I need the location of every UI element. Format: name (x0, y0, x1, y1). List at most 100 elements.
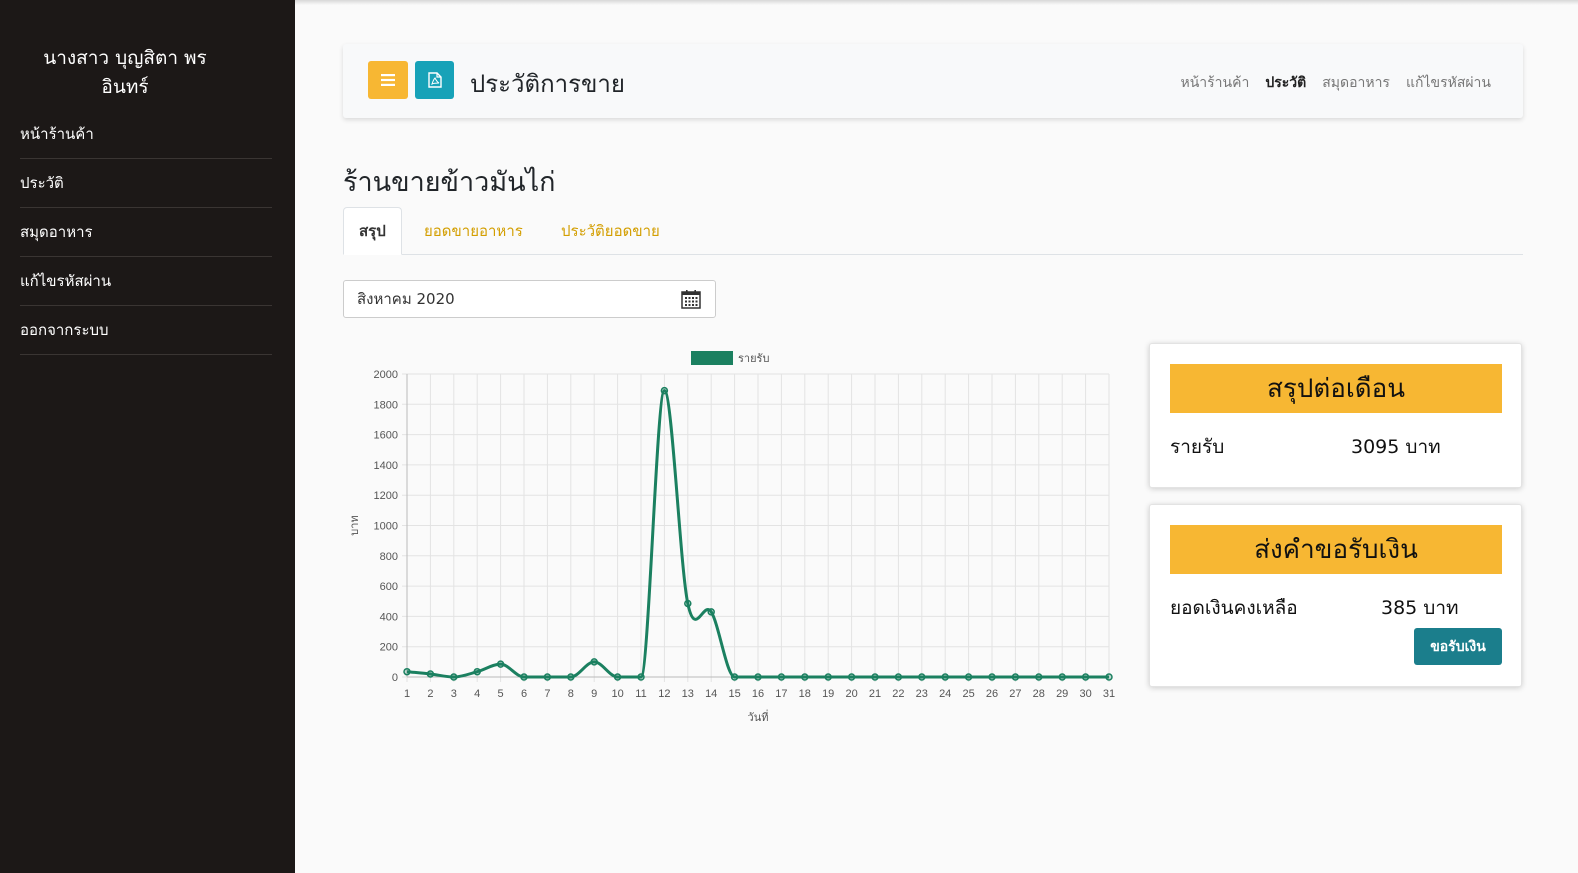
month-picker-input[interactable]: สิงหาคม 2020 (343, 280, 716, 318)
data-point (660, 386, 669, 395)
x-tick-label: 18 (799, 688, 811, 700)
y-tick-label: 1000 (374, 521, 398, 533)
user-name-line1: นางสาว บุญสิตา พร (43, 47, 207, 69)
calendar-icon[interactable] (681, 289, 701, 309)
monthly-summary-card: สรุปต่อเดือน รายรับ 3095 บาท (1149, 343, 1522, 488)
income-line-chart: 02004006008001000120014001600180020001 2 3… (348, 351, 1115, 724)
x-tick-label: 31 (1103, 688, 1115, 700)
sidebar-item-change-password[interactable]: แก้ไขรหัสผ่าน (20, 257, 272, 306)
nav-link-storefront[interactable]: หน้าร้านค้า (1180, 72, 1249, 94)
x-tick-label: 7 (544, 688, 550, 700)
export-pdf-button[interactable] (415, 61, 454, 99)
x-tick-label: 15 (728, 688, 740, 700)
x-axis-label: วันที่ (748, 709, 769, 724)
data-point (964, 673, 973, 681)
user-name: นางสาว บุญสิตา พร อินทร์ (20, 44, 230, 102)
pdf-file-icon (427, 72, 442, 88)
data-point (1011, 673, 1020, 681)
menu-toggle-button[interactable] (368, 61, 408, 99)
data-point (613, 673, 622, 681)
tab-sales-history[interactable]: ประวัติยอดขาย (561, 207, 660, 255)
x-tick-label: 13 (682, 688, 694, 700)
sidebar-item-storefront[interactable]: หน้าร้านค้า (20, 110, 272, 159)
tab-label: ยอดขายอาหาร (424, 222, 523, 240)
data-point (1035, 673, 1043, 681)
sidebar-item-label: แก้ไขรหัสผ่าน (20, 272, 112, 290)
y-tick-label: 1400 (374, 460, 398, 472)
data-point (403, 667, 411, 676)
shop-title: ร้านขายข้าวมันไก่ (343, 167, 556, 198)
x-tick-label: 25 (962, 688, 974, 700)
page-title: ประวัติการขาย (470, 70, 625, 98)
nav-link-history[interactable]: ประวัติ (1265, 72, 1306, 94)
data-point (730, 673, 739, 681)
data-point (520, 673, 528, 681)
data-point (543, 673, 552, 681)
y-tick-label: 1600 (374, 430, 398, 442)
data-point (918, 673, 926, 681)
y-tick-label: 200 (380, 642, 398, 654)
withdraw-request-card: ส่งคำขอรับเงิน ยอดเงินคงเหลือ 385 บาท ขอ… (1149, 504, 1522, 687)
user-name-line2: อินทร์ (101, 76, 149, 98)
x-tick-label: 21 (869, 688, 881, 700)
data-point (1058, 673, 1066, 681)
x-tick-label: 26 (986, 688, 998, 700)
monthly-summary-title: สรุปต่อเดือน (1170, 364, 1502, 413)
data-point (1081, 673, 1090, 681)
x-tick-label: 16 (752, 688, 764, 700)
data-point (707, 608, 715, 616)
legend-swatch (691, 351, 733, 365)
x-tick-label: 5 (498, 688, 504, 700)
data-point (894, 673, 903, 681)
y-tick-label: 600 (380, 581, 398, 593)
data-point (684, 599, 692, 608)
balance-value: 385 บาท (1381, 597, 1459, 619)
sidebar-item-food-book[interactable]: สมุดอาหาร (20, 208, 272, 257)
data-point (590, 658, 598, 666)
top-shadow (295, 0, 1578, 5)
sidebar-menu: หน้าร้านค้า ประวัติ สมุดอาหาร แก้ไขรหัสผ… (20, 110, 272, 355)
tab-summary[interactable]: สรุป (343, 207, 402, 255)
y-tick-label: 1800 (374, 399, 398, 411)
sidebar-item-label: สมุดอาหาร (20, 223, 93, 241)
x-tick-label: 12 (658, 688, 670, 700)
x-tick-label: 24 (939, 688, 951, 700)
data-point (450, 673, 458, 681)
data-point (567, 673, 575, 681)
tab-label: ประวัติยอดขาย (561, 222, 660, 240)
x-tick-label: 9 (591, 688, 597, 700)
x-tick-label: 28 (1033, 688, 1045, 700)
tab-food-sales[interactable]: ยอดขายอาหาร (424, 207, 523, 255)
data-point (988, 673, 996, 681)
y-tick-label: 2000 (374, 369, 398, 381)
x-tick-label: 19 (822, 688, 834, 700)
x-tick-label: 29 (1056, 688, 1068, 700)
sidebar-item-label: ออกจากระบบ (20, 321, 109, 339)
sidebar-item-label: หน้าร้านค้า (20, 125, 94, 143)
x-tick-label: 22 (892, 688, 904, 700)
y-tick-label: 800 (380, 551, 398, 563)
month-picker-value: สิงหาคม 2020 (357, 290, 455, 308)
y-tick-label: 400 (380, 611, 398, 623)
y-tick-label: 1200 (374, 490, 398, 502)
sidebar-item-history[interactable]: ประวัติ (20, 159, 272, 208)
sidebar-item-logout[interactable]: ออกจากระบบ (20, 306, 272, 355)
sidebar-item-label: ประวัติ (20, 174, 64, 192)
data-point (426, 670, 435, 678)
x-tick-label: 30 (1079, 688, 1091, 700)
income-label: รายรับ (1170, 436, 1225, 458)
x-tick-label: 6 (521, 688, 527, 700)
x-tick-label: 4 (474, 688, 480, 700)
legend-label: รายรับ (738, 352, 769, 365)
x-tick-label: 1 (404, 688, 410, 700)
data-point (754, 673, 762, 681)
tab-bar: สรุป ยอดขายอาหาร ประวัติยอดขาย (343, 207, 1523, 255)
data-point (777, 673, 786, 681)
withdraw-button[interactable]: ขอรับเงิน (1414, 628, 1502, 665)
nav-link-change-password[interactable]: แก้ไขรหัสผ่าน (1406, 72, 1491, 94)
nav-link-food-book[interactable]: สมุดอาหาร (1322, 72, 1390, 94)
x-tick-label: 11 (635, 688, 646, 700)
x-tick-label: 10 (611, 688, 623, 700)
x-tick-label: 20 (845, 688, 857, 700)
data-point (801, 673, 809, 681)
